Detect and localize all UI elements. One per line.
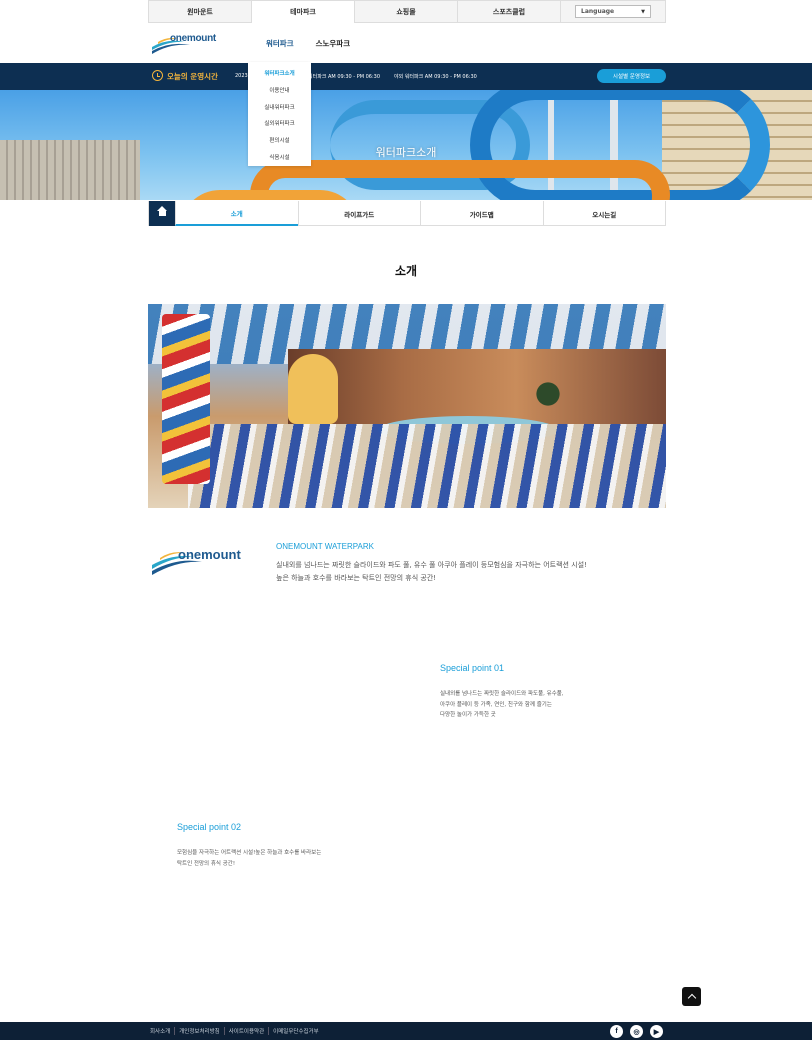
brand-description: 실내외를 넘나드는 짜릿한 슬라이드와 파도 풀, 유수 풀 아쿠아 플레이 등… [276,559,656,584]
hours-title: 오늘의 운영시간 [167,72,218,81]
description-line: 탁트인 전망의 휴식 공간! [177,860,236,867]
scroll-to-top-button[interactable] [682,987,701,1006]
tab-directions[interactable]: 오시는길 [542,201,666,226]
brand-description-line: 실내외를 넘나드는 짜릿한 슬라이드와 파도 풀, 유수 풀 아쿠아 플레이 등… [276,561,587,569]
operating-hours-bar: 오늘의 운영시간 2023. 워터파크 AM 09:30 - PM 06:30 … [0,63,812,90]
sub-tabs: 소개 라이프가드 가이드맵 오시는길 [148,201,666,226]
hero-title: 워터파크소개 [375,146,437,159]
image-palm [528,374,568,414]
footer: 회사소개 개인정보처리방침 사이트이용약관 이메일무단수집거부 f ◎ ▶ [0,1022,812,1040]
language-select[interactable]: Language ▼ [575,5,651,18]
section-title: 소개 [394,264,418,278]
special-point-1-title: Special point 01 [440,663,505,673]
description-line: 모험심을 자극하는 어트랙션 시설!높은 하늘과 호수를 바라보는 [177,850,322,856]
brand-logo-waves-icon: onemount [152,547,241,575]
description-line: 실내외를 넘나드는 짜릿한 슬라이드와 파도풀, 유수풀, [440,691,564,697]
footer-link-about[interactable]: 회사소개 [150,1027,176,1035]
hero-banner: 워터파크소개 [0,90,812,200]
description-line: 다양한 놀이가 가득한 곳 [440,712,496,718]
brand-description-line: 높은 하늘과 호수를 바라보는 탁트인 전망의 휴식 공간! [276,573,437,582]
special-point-2-description: 모험심을 자극하는 어트랙션 시설!높은 하늘과 호수를 바라보는 탁트인 전망… [177,848,377,869]
tab-intro[interactable]: 소개 [175,201,298,226]
main-nav: 워터파크 스노우파크 [266,38,350,49]
top-tab-sportsclub[interactable]: 스포츠클럽 [457,0,560,23]
tab-guidemap[interactable]: 가이드맵 [420,201,543,226]
special-point-1-description: 실내외를 넘나드는 짜릿한 슬라이드와 파도풀, 유수풀, 아쿠아 플레이 등 … [440,689,620,721]
facility-hours-button[interactable]: 시설별 운영정보 [597,69,666,83]
footer-link-email-policy[interactable]: 이메일무단수집거부 [269,1027,323,1035]
youtube-icon[interactable]: ▶ [650,1025,663,1038]
footer-links: 회사소개 개인정보처리방침 사이트이용약관 이메일무단수집거부 [150,1027,323,1035]
waterpark-interior-image [148,304,666,508]
image-mascot [288,354,338,424]
top-tab-onemount[interactable]: 원마운트 [148,0,251,23]
top-tab-themepark[interactable]: 테마파크 [251,0,354,24]
logo-text: onemount [170,33,216,44]
footer-link-terms[interactable]: 사이트이용약관 [225,1027,270,1035]
footer-link-privacy[interactable]: 개인정보처리방침 [175,1027,225,1035]
dropdown-item-indoor[interactable]: 실내워터파크 [248,100,311,117]
hours-outdoor-waterpark: 야외 워터파크 AM 09:30 - PM 06:30 [394,74,477,80]
clock-icon [152,70,163,81]
brand-title: ONEMOUNT WATERPARK [276,542,374,551]
image-lounge-chairs [188,424,666,508]
waterpark-dropdown-menu: 워터파크소개 이용안내 실내워터파크 실외워터파크 편의시설 식음시설 [248,62,311,166]
dropdown-item-food[interactable]: 식음시설 [248,150,311,167]
home-icon [156,205,167,218]
hours-waterpark: 워터파크 AM 09:30 - PM 06:30 [308,74,381,80]
tab-lifeguard[interactable]: 라이프가드 [297,201,421,226]
header: onemount 워터파크 스노우파크 [0,23,812,63]
home-button[interactable] [149,201,175,226]
nav-waterpark[interactable]: 워터파크 [266,38,294,49]
brand-logo: onemount [150,545,250,575]
dropdown-item-intro[interactable]: 워터파크소개 [248,66,311,83]
dropdown-item-convenience[interactable]: 편의시설 [248,133,311,150]
logo[interactable]: onemount [150,33,226,55]
top-tab-shopping[interactable]: 쇼핑몰 [354,0,457,23]
brand-logo-text: onemount [178,547,241,562]
description-line: 아쿠아 플레이 등 가족, 연인, 친구와 함께 즐기는 [440,701,552,708]
language-area: Language ▼ [560,0,666,23]
special-point-2-title: Special point 02 [177,822,242,832]
chevron-down-icon: ▼ [641,8,645,15]
nav-snowpark[interactable]: 스노우파크 [316,38,351,49]
dropdown-item-usage[interactable]: 이용안내 [248,83,311,100]
top-tabs: 원마운트 테마파크 쇼핑몰 스포츠클럽 Language ▼ [148,0,666,24]
dropdown-item-outdoor[interactable]: 실외워터파크 [248,116,311,133]
hero-slide-orange-small [180,190,360,200]
language-select-value: Language [581,8,615,15]
facebook-icon[interactable]: f [610,1025,623,1038]
instagram-icon[interactable]: ◎ [630,1025,643,1038]
image-striped-pillar [162,314,210,484]
image-wall [288,349,666,424]
